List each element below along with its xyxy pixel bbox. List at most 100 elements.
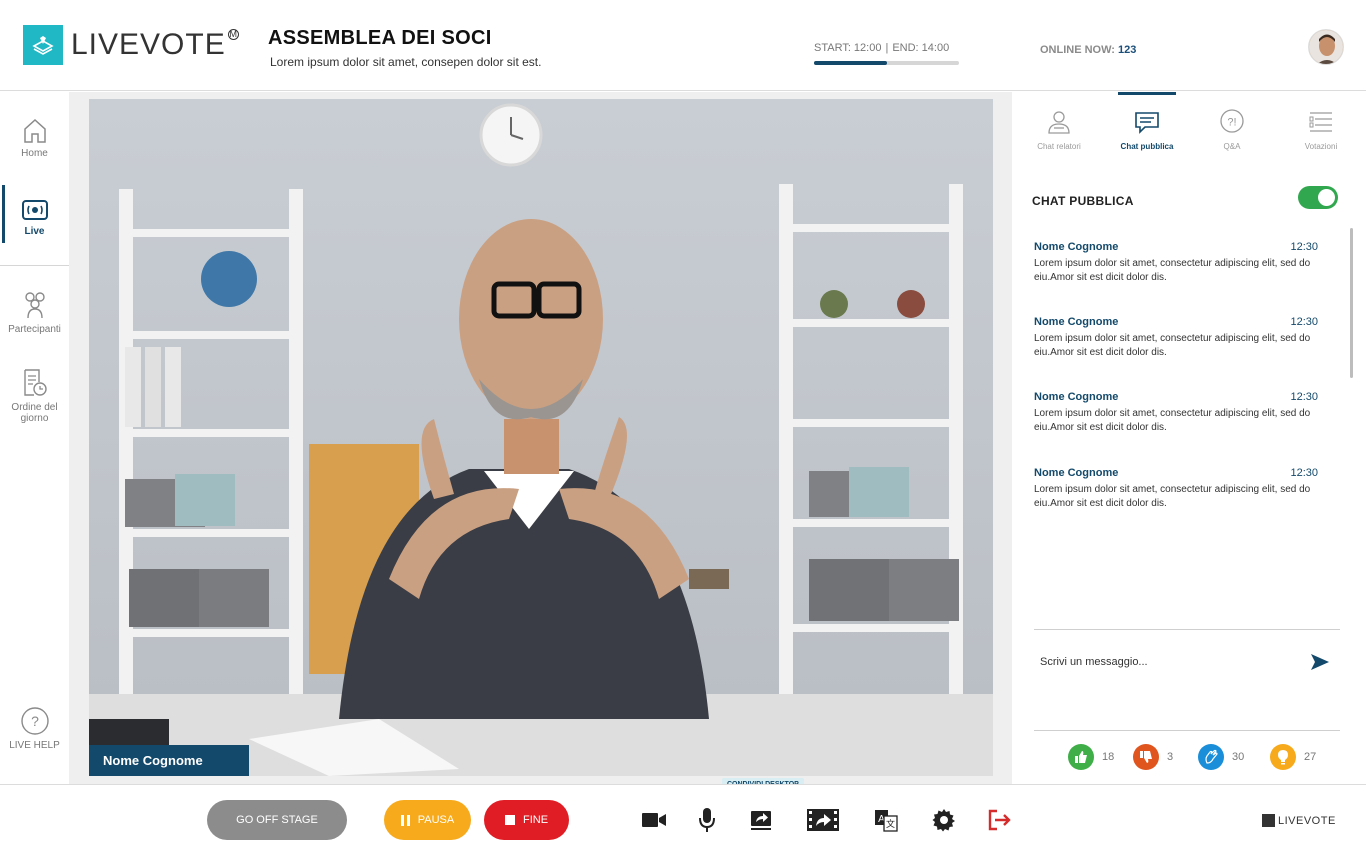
livevote-logo[interactable]: LIVEVOTE M [23, 25, 239, 65]
speaker-name-label: Nome Cognome [89, 745, 249, 776]
translate-icon: A文 [875, 810, 898, 832]
chat-message-input[interactable] [1034, 650, 1294, 674]
chat-message: Nome Cognome 12:30 Lorem ipsum dolor sit … [1034, 241, 1318, 285]
agenda-icon [23, 369, 47, 396]
event-subtitle: Lorem ipsum dolor sit amet, consepen dol… [270, 55, 542, 69]
public-chat-icon [1135, 112, 1159, 134]
session-progress-fill [814, 61, 887, 65]
pause-icon [400, 814, 410, 826]
share-video-button[interactable] [806, 807, 840, 833]
speaker-video[interactable] [89, 99, 993, 776]
message-text: Lorem ipsum dolor sit amet, consectetur … [1034, 408, 1311, 433]
sidebar-item-home[interactable]: Home [0, 118, 69, 159]
message-text: Lorem ipsum dolor sit amet, consectetur … [1034, 484, 1311, 509]
input-divider [1034, 629, 1340, 630]
speaker-chat-icon [1048, 111, 1070, 134]
stop-icon [504, 815, 515, 825]
tab-qa[interactable]: ?! Q&A [1197, 108, 1267, 151]
svg-text:?: ? [31, 713, 39, 729]
logo-mark: M [227, 29, 239, 40]
send-icon [1311, 654, 1329, 670]
footer-logo: LIVEVOTE [1262, 814, 1336, 827]
message-time: 12:30 [1290, 316, 1318, 328]
pause-label: PAUSA [417, 814, 455, 826]
reaction-thumbs-up[interactable]: 18 [1068, 744, 1114, 770]
reaction-count: 30 [1232, 751, 1245, 763]
message-author[interactable]: Nome Cognome [1034, 467, 1118, 479]
qa-icon: ?! [1220, 109, 1244, 133]
share-screen-icon [751, 811, 771, 830]
tab-votazioni[interactable]: Votazioni [1286, 108, 1356, 151]
tab-label: Chat pubblica [1120, 142, 1174, 151]
help-icon: ? [20, 707, 49, 735]
message-text: Lorem ipsum dolor sit amet, consectetur … [1034, 333, 1311, 358]
svg-text:文: 文 [886, 818, 895, 829]
online-label: ONLINE NOW: [1040, 44, 1115, 56]
live-camera-icon [21, 200, 48, 220]
left-sidebar: Home Live Partecipanti Ordine del giorno… [0, 92, 69, 784]
clap-icon [1198, 744, 1224, 770]
live-help-button[interactable]: ? LIVE HELP [0, 706, 69, 751]
tab-label: Votazioni [1304, 142, 1338, 151]
user-avatar[interactable] [1308, 29, 1344, 65]
session-progress-bar [814, 61, 959, 65]
reactions-divider [1034, 730, 1340, 731]
camera-toggle-button[interactable] [640, 807, 668, 833]
reaction-clap[interactable]: 30 [1198, 744, 1244, 770]
votes-icon [1309, 112, 1332, 132]
reaction-lightbulb[interactable]: 27 [1270, 744, 1316, 770]
participants-icon [24, 292, 45, 319]
message-text: Lorem ipsum dolor sit amet, consectetur … [1034, 258, 1311, 283]
logo-box-icon [23, 25, 63, 65]
chat-message: Nome Cognome 12:30 Lorem ipsum dolor sit … [1034, 316, 1318, 360]
exit-button[interactable] [986, 807, 1014, 833]
chat-scrollbar[interactable] [1350, 228, 1353, 378]
chat-title: CHAT PUBBLICA [1032, 194, 1134, 208]
message-time: 12:30 [1290, 391, 1318, 403]
pause-button[interactable]: PAUSA [384, 800, 471, 840]
bottom-control-bar: GO OFF STAGE PAUSA FINE A文 LIVEVOTE [0, 784, 1366, 854]
camera-icon [642, 813, 666, 827]
active-tab-indicator [1118, 92, 1176, 95]
message-author[interactable]: Nome Cognome [1034, 391, 1118, 403]
toggle-knob [1318, 189, 1335, 206]
message-author[interactable]: Nome Cognome [1034, 241, 1118, 253]
chat-message: Nome Cognome 12:30 Lorem ipsum dolor sit … [1034, 391, 1318, 435]
tab-chat-relatori[interactable]: Chat relatori [1024, 108, 1094, 151]
end-label: FINE [522, 814, 549, 826]
end-time: END: 14:00 [892, 42, 950, 54]
sidebar-item-ordine-del-giorno[interactable]: Ordine del giorno [0, 368, 69, 424]
share-screen-button[interactable] [747, 807, 775, 833]
reaction-count: 27 [1304, 751, 1317, 763]
event-title: ASSEMBLEA DEI SOCI [268, 27, 492, 49]
top-header: LIVEVOTE M ASSEMBLEA DEI SOCI Lorem ipsu… [0, 0, 1366, 91]
send-message-button[interactable] [1309, 652, 1331, 672]
microphone-icon [699, 808, 715, 832]
live-help-label: LIVE HELP [9, 740, 60, 751]
sidebar-item-label: Live [24, 226, 45, 237]
settings-button[interactable] [930, 807, 958, 833]
sidebar-item-live[interactable]: Live [0, 198, 69, 237]
chat-enabled-toggle[interactable] [1298, 186, 1338, 209]
reaction-count: 18 [1102, 751, 1115, 763]
sidebar-item-label: Home [21, 148, 48, 159]
translate-button[interactable]: A文 [872, 807, 900, 833]
settings-icon [932, 809, 955, 832]
thumbs-up-icon [1068, 744, 1094, 770]
microphone-toggle-button[interactable] [693, 807, 721, 833]
end-button[interactable]: FINE [484, 800, 569, 840]
message-time: 12:30 [1290, 467, 1318, 479]
logo-text: LIVEVOTE [71, 28, 226, 61]
sidebar-item-partecipanti[interactable]: Partecipanti [0, 290, 69, 335]
sidebar-item-label: Partecipanti [8, 324, 61, 335]
session-times: START: 12:00 | END: 14:00 [814, 42, 950, 54]
share-video-icon [807, 809, 839, 831]
home-icon [23, 118, 46, 143]
message-time: 12:30 [1290, 241, 1318, 253]
right-panel: Chat relatori Chat pubblica ?! Q&A Votaz… [1012, 92, 1366, 784]
go-off-stage-button[interactable]: GO OFF STAGE [207, 800, 347, 840]
tab-chat-pubblica[interactable]: Chat pubblica [1112, 108, 1182, 151]
reaction-thumbs-down[interactable]: 3 [1133, 744, 1173, 770]
message-author[interactable]: Nome Cognome [1034, 316, 1118, 328]
svg-text:?!: ?! [1227, 117, 1236, 129]
